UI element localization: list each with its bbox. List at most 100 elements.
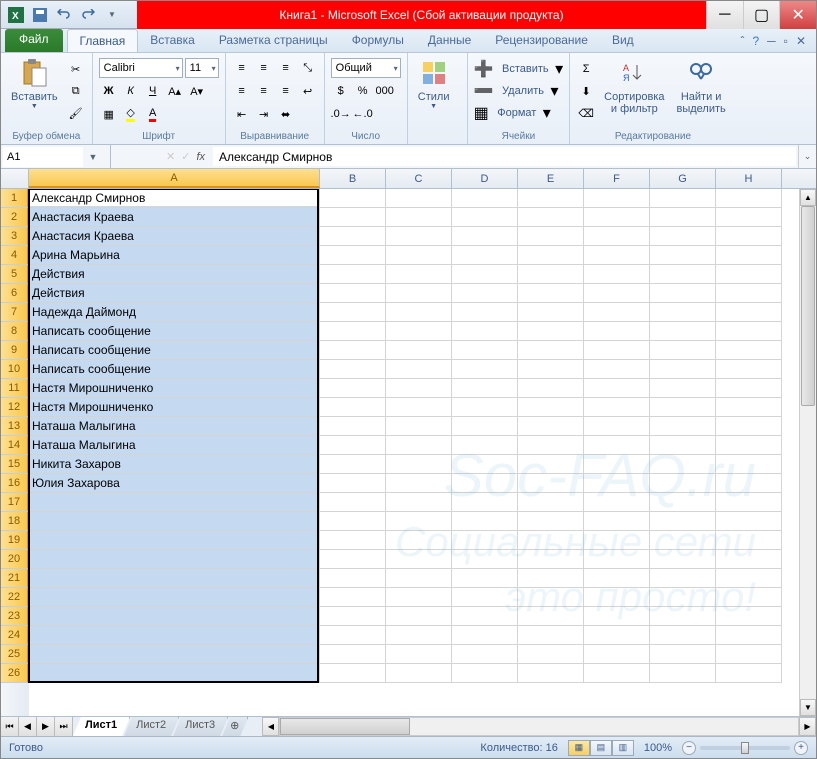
zoom-out-button[interactable]: −: [682, 741, 696, 755]
cell-E24[interactable]: [518, 626, 584, 645]
cell-E9[interactable]: [518, 341, 584, 360]
align-bottom-icon[interactable]: ≡: [276, 58, 296, 78]
cell-G19[interactable]: [650, 531, 716, 550]
cell-H6[interactable]: [716, 284, 782, 303]
column-header-H[interactable]: H: [716, 169, 782, 188]
cell-F7[interactable]: [584, 303, 650, 322]
fill-icon[interactable]: ⬇: [576, 81, 596, 101]
cell-H20[interactable]: [716, 550, 782, 569]
cell-H26[interactable]: [716, 664, 782, 683]
cell-B2[interactable]: [320, 208, 386, 227]
cell-A26[interactable]: [29, 664, 320, 683]
ribbon-tab-1[interactable]: Вставка: [138, 29, 207, 52]
ribbon-tab-0[interactable]: Главная: [67, 29, 139, 52]
merge-icon[interactable]: ⬌: [276, 104, 296, 124]
cell-E26[interactable]: [518, 664, 584, 683]
close-button[interactable]: ✕: [779, 1, 816, 29]
scroll-left-icon[interactable]: ◀: [262, 717, 279, 736]
undo-icon[interactable]: [53, 4, 75, 26]
scroll-up-icon[interactable]: ▲: [800, 189, 816, 206]
cell-B21[interactable]: [320, 569, 386, 588]
cell-E18[interactable]: [518, 512, 584, 531]
cell-C23[interactable]: [386, 607, 452, 626]
cell-F9[interactable]: [584, 341, 650, 360]
cell-F18[interactable]: [584, 512, 650, 531]
sort-filter-button[interactable]: АЯ Сортировка и фильтр: [600, 55, 668, 117]
align-right-icon[interactable]: ≡: [276, 81, 296, 101]
cut-icon[interactable]: ✂: [66, 59, 86, 79]
cell-B6[interactable]: [320, 284, 386, 303]
cell-H17[interactable]: [716, 493, 782, 512]
name-box-input[interactable]: [3, 147, 83, 167]
cell-A25[interactable]: [29, 645, 320, 664]
cell-C15[interactable]: [386, 455, 452, 474]
row-header-26[interactable]: 26: [1, 664, 29, 683]
minimize-button[interactable]: ─: [706, 1, 743, 29]
cell-E22[interactable]: [518, 588, 584, 607]
cell-F17[interactable]: [584, 493, 650, 512]
row-header-23[interactable]: 23: [1, 607, 29, 626]
view-normal-icon[interactable]: ▦: [568, 740, 590, 756]
cell-C1[interactable]: [386, 189, 452, 208]
row-header-14[interactable]: 14: [1, 436, 29, 455]
cell-F24[interactable]: [584, 626, 650, 645]
cell-F5[interactable]: [584, 265, 650, 284]
cell-C4[interactable]: [386, 246, 452, 265]
cell-G9[interactable]: [650, 341, 716, 360]
save-icon[interactable]: [29, 4, 51, 26]
cell-G15[interactable]: [650, 455, 716, 474]
cell-D20[interactable]: [452, 550, 518, 569]
cell-A5[interactable]: Действия: [29, 265, 320, 284]
cell-G10[interactable]: [650, 360, 716, 379]
cell-G1[interactable]: [650, 189, 716, 208]
cell-E19[interactable]: [518, 531, 584, 550]
cell-A13[interactable]: Наташа Малыгина: [29, 417, 320, 436]
cell-G11[interactable]: [650, 379, 716, 398]
cell-E14[interactable]: [518, 436, 584, 455]
cell-F6[interactable]: [584, 284, 650, 303]
cell-G21[interactable]: [650, 569, 716, 588]
row-header-17[interactable]: 17: [1, 493, 29, 512]
cell-G3[interactable]: [650, 227, 716, 246]
font-name-combo[interactable]: Calibri: [99, 58, 183, 78]
cell-G25[interactable]: [650, 645, 716, 664]
cell-C22[interactable]: [386, 588, 452, 607]
cell-E3[interactable]: [518, 227, 584, 246]
cell-F21[interactable]: [584, 569, 650, 588]
increase-indent-icon[interactable]: ⇥: [254, 104, 274, 124]
cell-G14[interactable]: [650, 436, 716, 455]
cell-H4[interactable]: [716, 246, 782, 265]
cell-A19[interactable]: [29, 531, 320, 550]
cell-C14[interactable]: [386, 436, 452, 455]
font-color-icon[interactable]: A: [143, 104, 163, 124]
orientation-icon[interactable]: ⤡: [298, 58, 318, 78]
excel-icon[interactable]: X: [5, 4, 27, 26]
cell-B1[interactable]: [320, 189, 386, 208]
sheet-nav-prev[interactable]: ◀: [19, 717, 37, 736]
sheet-nav-next[interactable]: ▶: [37, 717, 55, 736]
row-header-19[interactable]: 19: [1, 531, 29, 550]
hscroll-thumb[interactable]: [280, 718, 410, 735]
currency-icon[interactable]: $: [331, 81, 351, 101]
cell-G8[interactable]: [650, 322, 716, 341]
cell-C8[interactable]: [386, 322, 452, 341]
qat-customize-icon[interactable]: ▼: [101, 4, 123, 26]
comma-icon[interactable]: 000: [375, 81, 395, 101]
cell-F15[interactable]: [584, 455, 650, 474]
cell-G18[interactable]: [650, 512, 716, 531]
cell-A21[interactable]: [29, 569, 320, 588]
row-header-18[interactable]: 18: [1, 512, 29, 531]
decrease-indent-icon[interactable]: ⇤: [232, 104, 252, 124]
cell-G5[interactable]: [650, 265, 716, 284]
insert-cells-button[interactable]: ➕ Вставить ▾: [474, 59, 564, 79]
cell-A8[interactable]: Написать сообщение: [29, 322, 320, 341]
cell-B8[interactable]: [320, 322, 386, 341]
cell-D16[interactable]: [452, 474, 518, 493]
row-header-1[interactable]: 1: [1, 189, 29, 208]
cell-E17[interactable]: [518, 493, 584, 512]
row-header-11[interactable]: 11: [1, 379, 29, 398]
row-header-20[interactable]: 20: [1, 550, 29, 569]
cell-D5[interactable]: [452, 265, 518, 284]
percent-icon[interactable]: %: [353, 81, 373, 101]
format-painter-icon[interactable]: 🖌: [66, 103, 86, 123]
